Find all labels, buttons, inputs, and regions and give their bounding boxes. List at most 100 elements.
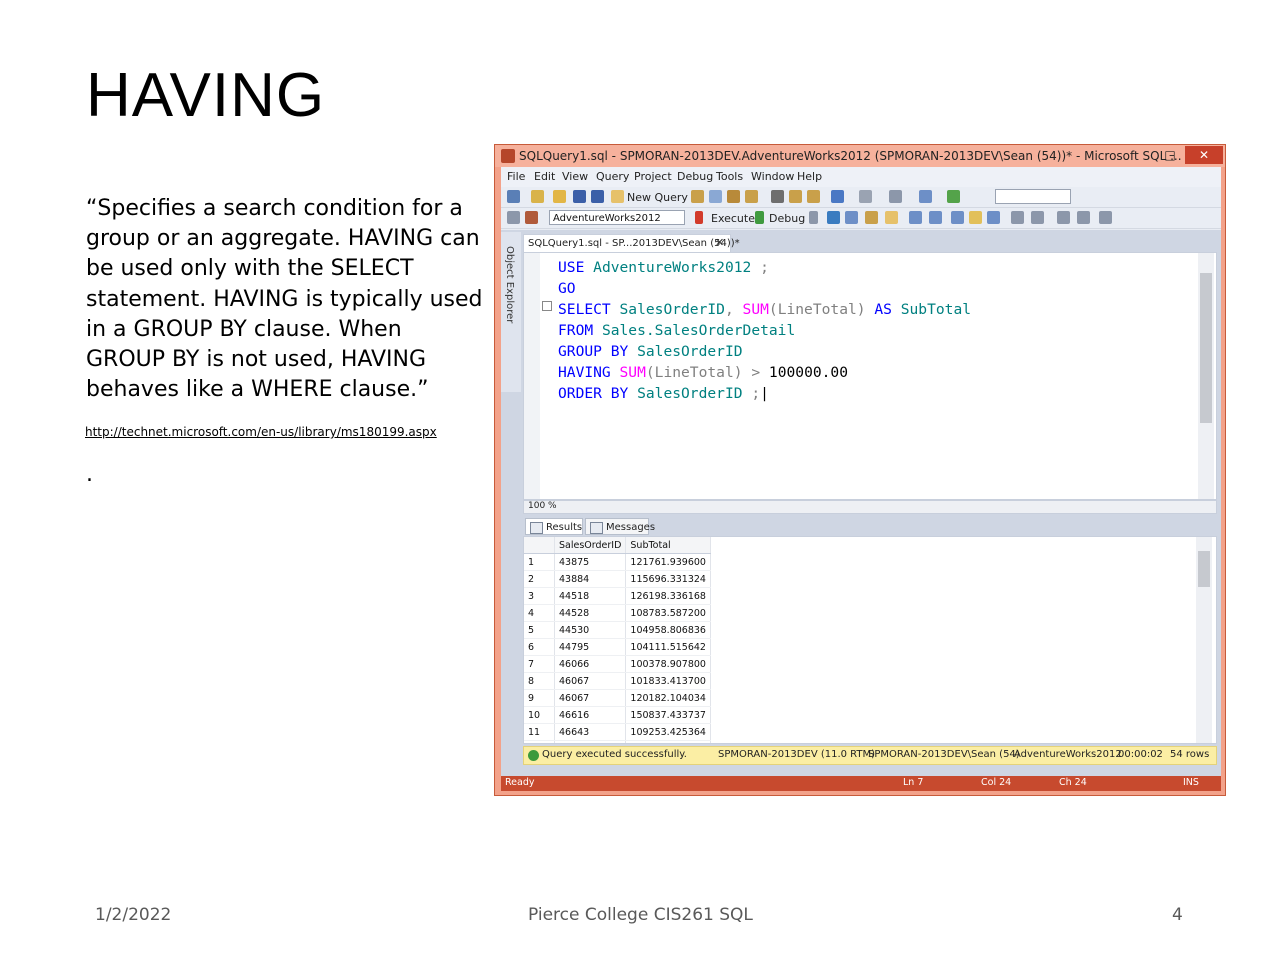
display-plan-icon[interactable] — [845, 211, 858, 224]
row-number[interactable]: 12 — [524, 740, 555, 743]
tab-close-icon[interactable]: ✕ — [715, 234, 724, 252]
cell-salesorderid[interactable]: 46643 — [554, 723, 627, 741]
row-number[interactable]: 7 — [524, 655, 555, 673]
menu-tools[interactable]: Tools — [716, 170, 743, 183]
debug-icon[interactable] — [755, 211, 764, 224]
row-number[interactable]: 8 — [524, 672, 555, 690]
table-row[interactable]: 11 46643 109253.425364 — [524, 723, 711, 741]
open-folder-icon[interactable] — [553, 190, 566, 203]
change-connection-icon[interactable] — [525, 211, 538, 224]
row-number[interactable]: 6 — [524, 638, 555, 656]
table-row[interactable]: 6 44795 104111.515642 — [524, 638, 711, 656]
table-row[interactable]: 5 44530 104958.806836 — [524, 621, 711, 639]
parse-icon[interactable] — [827, 211, 840, 224]
table-row[interactable]: 7 46066 100378.907800 — [524, 655, 711, 673]
table-row[interactable]: 10 46616 150837.433737 — [524, 706, 711, 724]
results-to-text-icon[interactable] — [951, 211, 964, 224]
column-header-salesorderid[interactable]: SalesOrderID — [554, 537, 627, 554]
decrease-indent-icon[interactable] — [1057, 211, 1070, 224]
table-row[interactable]: 3 44518 126198.336168 — [524, 587, 711, 605]
execute-icon[interactable] — [695, 211, 703, 224]
menu-debug[interactable]: Debug — [677, 170, 713, 183]
menu-help[interactable]: Help — [797, 170, 822, 183]
start-icon[interactable] — [947, 190, 960, 203]
cell-salesorderid[interactable]: 46066 — [554, 655, 627, 673]
row-number[interactable]: 4 — [524, 604, 555, 622]
cell-subtotal[interactable]: 101833.413700 — [625, 672, 711, 690]
row-number[interactable]: 5 — [524, 621, 555, 639]
cell-salesorderid[interactable]: 44518 — [554, 587, 627, 605]
maximize-icon[interactable]: □ — [1161, 146, 1179, 164]
add-file-icon[interactable] — [531, 190, 544, 203]
cell-salesorderid[interactable]: 43875 — [553, 553, 627, 571]
cell-subtotal[interactable]: 115696.331324 — [625, 570, 711, 588]
table-row[interactable]: 8 46067 101833.413700 — [524, 672, 711, 690]
undo-icon[interactable] — [831, 190, 844, 203]
menu-file[interactable]: File — [507, 170, 525, 183]
save-all-icon[interactable] — [591, 190, 604, 203]
menu-query[interactable]: Query — [596, 170, 629, 183]
query-editor[interactable]: USE AdventureWorks2012 ; GO SELECT Sales… — [523, 252, 1217, 500]
table-row[interactable]: 1 43875 121761.939600 — [524, 553, 711, 571]
specify-values-icon[interactable] — [1099, 211, 1112, 224]
table-row[interactable]: 2 43884 115696.331324 — [524, 570, 711, 588]
mdx-query-icon[interactable] — [727, 190, 740, 203]
zoom-level-select[interactable]: 100 % — [528, 501, 557, 511]
copy-icon[interactable] — [789, 190, 802, 203]
cell-salesorderid[interactable]: 46616 — [554, 706, 627, 724]
row-number[interactable]: 11 — [524, 723, 555, 741]
table-row[interactable]: 1246645101336.838234 — [524, 740, 711, 743]
cut-icon[interactable] — [771, 190, 784, 203]
cell-subtotal[interactable]: 104111.515642 — [625, 638, 711, 656]
cell-salesorderid[interactable]: 43884 — [554, 570, 627, 588]
cell-subtotal[interactable]: 150837.433737 — [625, 706, 711, 724]
table-row[interactable]: 4 44528 108783.587200 — [524, 604, 711, 622]
results-to-file-icon[interactable] — [987, 211, 1000, 224]
row-number[interactable]: 1 — [524, 553, 555, 571]
row-number[interactable]: 9 — [524, 689, 555, 707]
menu-edit[interactable]: Edit — [534, 170, 555, 183]
cancel-query-icon[interactable] — [809, 211, 818, 224]
row-number[interactable]: 2 — [524, 570, 555, 588]
menu-window[interactable]: Window — [751, 170, 794, 183]
cell-subtotal[interactable]: 108783.587200 — [625, 604, 711, 622]
cell-salesorderid[interactable]: 44530 — [554, 621, 627, 639]
menu-view[interactable]: View — [562, 170, 588, 183]
solution-config-combo[interactable] — [995, 189, 1071, 204]
cell-salesorderid[interactable]: 46067 — [554, 672, 627, 690]
cell-subtotal[interactable]: 126198.336168 — [625, 587, 711, 605]
db-engine-query-icon[interactable] — [691, 190, 704, 203]
editor-scroll-thumb[interactable] — [1200, 273, 1212, 423]
redo-icon[interactable] — [859, 190, 872, 203]
cell-salesorderid[interactable]: 46645 — [554, 740, 627, 743]
cell-salesorderid[interactable]: 44528 — [554, 604, 627, 622]
grid-scroll-thumb[interactable] — [1198, 551, 1210, 587]
cell-subtotal[interactable]: 120182.104034 — [625, 689, 711, 707]
paste-icon[interactable] — [807, 190, 820, 203]
cell-subtotal[interactable]: 109253.425364 — [625, 723, 711, 741]
close-icon[interactable]: ✕ — [1185, 146, 1223, 164]
new-project-icon[interactable] — [507, 190, 520, 203]
cell-subtotal[interactable]: 121761.939600 — [625, 553, 711, 571]
query-document-tab[interactable]: SQLQuery1.sql - SP...2013DEV\Sean (54))* — [523, 234, 740, 252]
comment-icon[interactable] — [1011, 211, 1024, 224]
row-number[interactable]: 10 — [524, 706, 555, 724]
results-to-grid-icon[interactable] — [969, 211, 982, 224]
client-stats-icon[interactable] — [929, 211, 942, 224]
table-row[interactable]: 9 46067 120182.104034 — [524, 689, 711, 707]
cell-salesorderid[interactable]: 46067 — [554, 689, 627, 707]
query-options-icon[interactable] — [865, 211, 878, 224]
new-query-button[interactable]: New Query — [627, 191, 688, 204]
analysis-query-icon[interactable] — [709, 190, 722, 203]
technet-link[interactable]: http://technet.microsoft.com/en-us/libra… — [85, 425, 437, 439]
solution-explorer-icon[interactable] — [919, 190, 932, 203]
include-plan-icon[interactable] — [909, 211, 922, 224]
collapse-icon[interactable] — [542, 301, 552, 311]
tab-messages[interactable]: Messages — [585, 518, 655, 535]
cell-subtotal[interactable]: 100378.907800 — [625, 655, 711, 673]
row-number[interactable]: 3 — [524, 587, 555, 605]
uncomment-icon[interactable] — [1031, 211, 1044, 224]
increase-indent-icon[interactable] — [1077, 211, 1090, 224]
cell-subtotal[interactable]: 101336.838234 — [625, 740, 711, 743]
cell-subtotal[interactable]: 104958.806836 — [625, 621, 711, 639]
